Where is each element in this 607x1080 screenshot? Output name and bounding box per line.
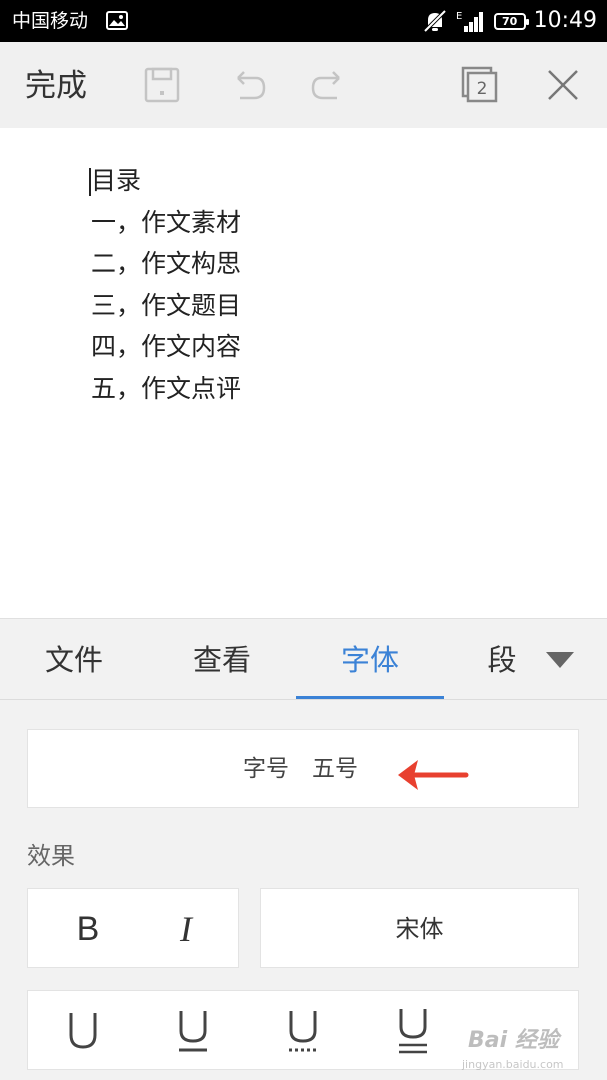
font-family-value: 宋体 [395,915,444,943]
signal-icon: E [456,11,483,32]
redo-icon[interactable] [309,64,351,106]
close-icon[interactable] [542,64,584,106]
network-type: E [456,11,462,22]
active-tab-indicator [296,696,444,699]
windows-icon[interactable]: 2 [459,64,501,106]
underline-double-icon[interactable] [393,1007,433,1055]
baidu-jingyan-watermark: Bai 经验 jingyan.baidu.com [462,1020,602,1076]
watermark-logo-text: Bai 经验 [468,1028,559,1053]
underline-dotted-icon[interactable] [283,1007,323,1055]
annotation-arrow-icon [398,760,469,790]
window-count: 2 [477,79,488,99]
more-tabs-dropdown-icon[interactable] [546,652,574,668]
bold-button[interactable]: B [68,889,108,969]
doc-line[interactable]: 二，作文构思 [91,243,241,285]
font-size-value: 五号 [312,756,358,782]
font-size-selector[interactable]: 字号 五号 [27,729,579,808]
doc-line[interactable]: 三，作文题目 [91,285,241,327]
save-icon[interactable] [141,64,183,106]
tab-view[interactable]: 查看 [148,619,296,701]
font-family-selector[interactable]: 宋体 [260,888,579,968]
underline-single-icon[interactable] [173,1007,213,1055]
document-canvas[interactable]: 目录 一，作文素材 二，作文构思 三，作文题目 四，作文内容 五，作文点评 [0,128,607,618]
mute-icon [423,9,447,33]
status-bar: 中国移动 E 70 10:49 [0,0,607,42]
doc-line[interactable]: 一，作文素材 [91,202,241,244]
bold-italic-group: B I [27,888,239,968]
doc-line[interactable]: 目录 [91,160,241,202]
done-button[interactable]: 完成 [25,66,87,106]
doc-line[interactable]: 五，作文点评 [91,368,241,410]
document-text[interactable]: 目录 一，作文素材 二，作文构思 三，作文题目 四，作文内容 五，作文点评 [91,160,241,410]
carrier-name: 中国移动 [12,10,89,32]
undo-icon[interactable] [226,64,268,106]
watermark-url: jingyan.baidu.com [462,1058,564,1071]
clock: 10:49 [533,8,597,33]
battery-icon: 70 [493,12,529,30]
ribbon-tabs: 文件 查看 字体 段 [0,618,607,700]
doc-line[interactable]: 四，作文内容 [91,326,241,368]
italic-button[interactable]: I [164,889,208,969]
font-size-label: 字号 [243,756,289,782]
underline-none-icon[interactable] [63,1007,103,1055]
effects-heading: 效果 [27,842,75,870]
tab-file[interactable]: 文件 [0,619,148,701]
editor-toolbar: 完成 2 [0,42,607,129]
tab-font[interactable]: 字体 [296,619,444,701]
gallery-notification-icon [106,11,128,30]
status-right: E 70 10:49 [422,6,597,36]
tab-paragraph[interactable]: 段 [470,619,534,701]
battery-level: 70 [501,14,518,28]
